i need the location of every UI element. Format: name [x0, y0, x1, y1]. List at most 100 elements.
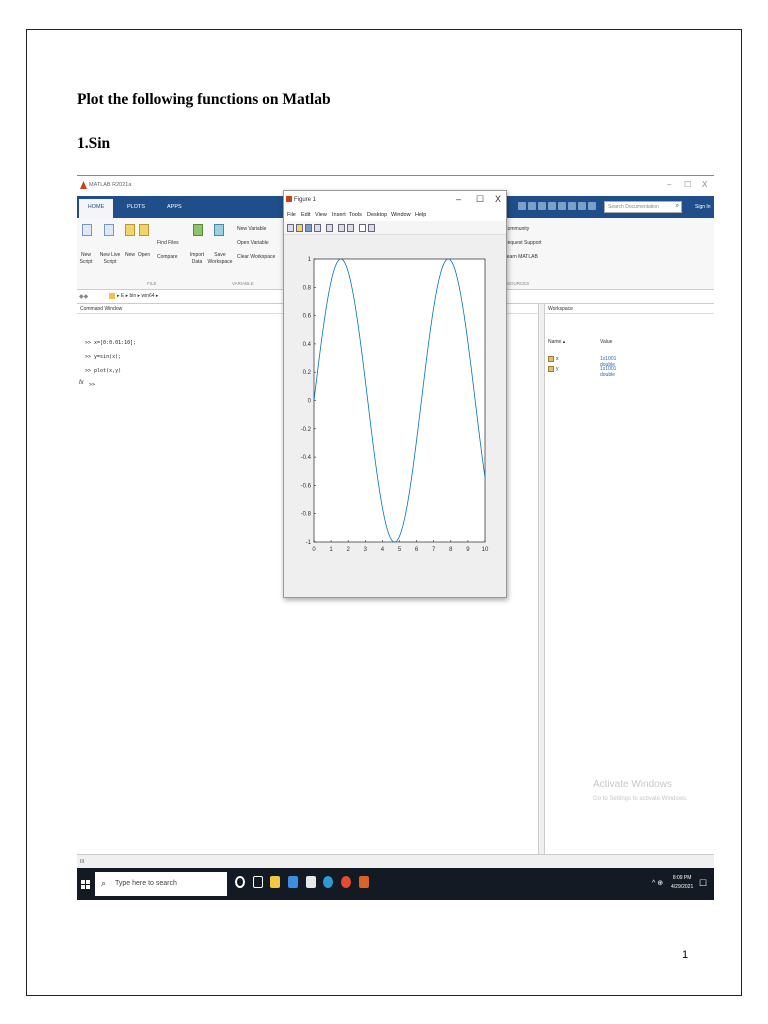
community-link[interactable]: Community — [504, 226, 529, 233]
y-tick-label: 0 — [308, 399, 312, 405]
matlab-taskbar-icon[interactable] — [358, 876, 369, 888]
menu-view[interactable]: View — [315, 212, 327, 218]
menu-edit[interactable]: Edit — [301, 212, 310, 218]
tab-home[interactable]: HOME — [79, 199, 113, 218]
help-icon[interactable] — [588, 202, 596, 210]
open-file-icon[interactable] — [296, 224, 303, 232]
x-tick-label: 7 — [432, 547, 436, 553]
maximize-button[interactable]: ☐ — [684, 180, 691, 189]
variable-value: 1x1001 double — [600, 366, 617, 378]
figure-menu-bar: File Edit View Insert Tools Desktop Wind… — [284, 209, 506, 221]
import-data-button[interactable]: Import Data — [187, 252, 207, 266]
tray-icons[interactable]: ^ ⊕ — [652, 879, 663, 887]
workspace-col-value[interactable]: Value — [600, 339, 612, 345]
notification-icon[interactable]: ☐ — [699, 878, 707, 889]
section-label-variable: VARIABLE — [232, 281, 254, 286]
cortana-icon[interactable] — [235, 876, 245, 888]
windows-start-icon[interactable] — [81, 880, 90, 889]
property-inspector-icon[interactable] — [368, 224, 375, 232]
save-icon[interactable] — [518, 202, 526, 210]
command-line-1: >> x=[0:0.01:10]; — [85, 340, 137, 346]
edit-plot-icon[interactable] — [359, 224, 366, 232]
open-folder-icon — [139, 224, 149, 236]
new-live-script-icon — [104, 224, 114, 236]
menu-window[interactable]: Window — [391, 212, 411, 218]
tab-plots[interactable]: PLOTS — [127, 204, 145, 210]
app-icon[interactable] — [305, 876, 316, 888]
figure-title: Figure 1 — [294, 197, 317, 203]
file-explorer-icon[interactable] — [270, 876, 281, 888]
figure-icon — [286, 196, 292, 202]
insert-colorbar-icon[interactable] — [338, 224, 345, 232]
app-title: MATLAB R2021a — [89, 182, 132, 188]
new-script-button[interactable]: New Script — [77, 252, 95, 266]
variable-icon — [548, 366, 554, 372]
menu-desktop[interactable]: Desktop — [367, 212, 387, 218]
y-tick-label: -0.4 — [301, 455, 312, 461]
documentation-search-input[interactable]: Search Documentation ⌕ — [604, 201, 682, 213]
status-bar: III — [77, 854, 714, 868]
new-icon — [125, 224, 135, 236]
clear-workspace-button[interactable]: Clear Workspace — [237, 254, 275, 261]
paste-icon[interactable] — [548, 202, 556, 210]
print-icon[interactable] — [314, 224, 321, 232]
y-tick-label: 0.2 — [303, 370, 312, 376]
new-live-script-button[interactable]: New Live Script — [96, 252, 124, 266]
back-forward-icon[interactable]: ◆◆ — [79, 293, 88, 300]
quick-access-toolbar — [517, 200, 603, 213]
minimize-button[interactable]: – — [667, 180, 671, 189]
figure-maximize-button[interactable]: ☐ — [476, 194, 484, 205]
undo-icon[interactable] — [558, 202, 566, 210]
copy-icon[interactable] — [538, 202, 546, 210]
menu-help[interactable]: Help — [415, 212, 426, 218]
switch-windows-icon[interactable] — [578, 202, 586, 210]
variable-icon — [548, 356, 554, 362]
variable-name: x — [556, 356, 559, 362]
link-plot-icon[interactable] — [326, 224, 333, 232]
insert-legend-icon[interactable] — [347, 224, 354, 232]
section-heading: 1.Sin — [77, 135, 111, 152]
figure-close-button[interactable]: X — [495, 194, 501, 204]
store-icon[interactable] — [288, 876, 299, 888]
redo-icon[interactable] — [568, 202, 576, 210]
tab-apps[interactable]: APPS — [167, 204, 182, 210]
search-placeholder: Search Documentation — [608, 204, 659, 210]
sin-plot[interactable]: 0 1 2 3 4 5 6 7 8 9 10 -1 -0.8 -0.6 -0.4 -0.2 0 0.2 0.4 0.6… — [284, 235, 506, 595]
new-figure-icon[interactable] — [287, 224, 294, 232]
workspace-col-name[interactable]: Name ▴ — [548, 339, 565, 345]
activate-windows-subtitle: Go to Settings to activate Windows. — [593, 796, 688, 802]
taskbar-clock[interactable]: 8:09 PM 4/29/2021 — [671, 874, 693, 892]
variable-name: y — [556, 366, 559, 372]
save-workspace-icon — [214, 224, 224, 236]
edge-icon[interactable] — [323, 876, 334, 888]
menu-tools[interactable]: Tools — [349, 212, 362, 218]
y-tick-label: -0.8 — [301, 512, 312, 518]
compare-button[interactable]: Compare — [157, 254, 178, 261]
save-workspace-button[interactable]: Save Workspace — [207, 252, 233, 266]
y-tick-label: 0.6 — [303, 314, 312, 320]
menu-insert[interactable]: Insert — [332, 212, 346, 218]
close-button[interactable]: X — [702, 180, 707, 189]
figure-toolbar — [284, 221, 506, 235]
menu-file[interactable]: File — [287, 212, 296, 218]
y-tick-label: 0.8 — [303, 285, 312, 291]
save-figure-icon[interactable] — [305, 224, 312, 232]
y-tick-label: 1 — [308, 257, 312, 263]
open-variable-button[interactable]: Open Variable — [237, 240, 269, 247]
sign-in-link[interactable]: Sign In — [695, 204, 711, 210]
plot-area: 0 1 2 3 4 5 6 7 8 9 10 -1 -0.8 -0.6 -0.4 -0.2 0 0.2 0.4 0.6… — [284, 235, 506, 597]
section-label-resources: SOURCES — [507, 281, 530, 286]
taskbar-search-input[interactable]: ⌕ Type here to search — [95, 872, 227, 896]
task-view-icon[interactable] — [252, 876, 263, 888]
command-prompt[interactable]: >> — [89, 382, 95, 388]
open-button[interactable]: Open — [137, 252, 151, 259]
new-variable-button[interactable]: New Variable — [237, 226, 266, 233]
learn-matlab-link[interactable]: Learn MATLAB — [504, 254, 538, 261]
request-support-link[interactable]: Request Support — [504, 240, 542, 247]
chrome-icon[interactable] — [341, 876, 352, 888]
find-files-button[interactable]: Find Files — [157, 240, 179, 247]
figure-minimize-button[interactable]: – — [456, 194, 461, 204]
new-button[interactable]: New — [123, 252, 137, 259]
cut-icon[interactable] — [528, 202, 536, 210]
workspace-title: Workspace — [545, 304, 714, 314]
